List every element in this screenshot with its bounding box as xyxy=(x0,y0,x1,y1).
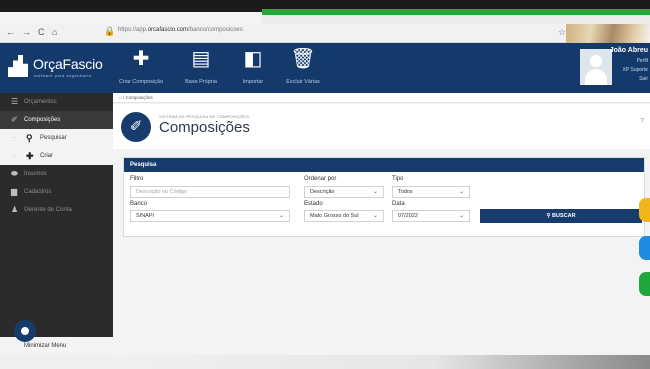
chevron-down-icon: ⌄ xyxy=(278,213,284,219)
address-bar[interactable]: https://app.orcafascio.com/banco/composi… xyxy=(118,27,243,33)
delete-multiple-button[interactable]: 🗑 Excluir Várias xyxy=(276,47,330,91)
lock-icon: 🔒 xyxy=(104,26,116,36)
search-panel-title: Pesquisa xyxy=(124,158,644,172)
import-button[interactable]: ◧ Importar xyxy=(226,47,280,91)
brand-logo[interactable]: OrçaFascio software para engenharia xyxy=(8,53,108,83)
trash-icon: 🗑 xyxy=(290,48,316,70)
building-icon: ▆ xyxy=(11,187,18,196)
pill-icon: ⬬ xyxy=(11,169,18,178)
breadcrumb: ⌂ / Composições xyxy=(113,93,650,103)
data-label: Data xyxy=(392,201,405,207)
tipo-select[interactable]: Todos ⌄ xyxy=(392,186,470,198)
screen: ← → C ⌂ 🔒 https://app.orcafascio.com/ban… xyxy=(0,0,650,369)
browser-theme-image xyxy=(566,24,650,43)
logout-link[interactable]: Sair xyxy=(639,76,648,82)
brush-icon: ✐ xyxy=(11,115,18,124)
document-icon: ▤ xyxy=(191,48,211,70)
base-propria-button[interactable]: ▤ Base Própria xyxy=(174,47,228,91)
minimize-menu-button[interactable]: Minimizar Menu xyxy=(0,337,113,355)
bookmark-star-icon[interactable]: ☆ xyxy=(558,27,566,38)
app-header: OrçaFascio software para engenharia ✚ Cr… xyxy=(0,43,650,93)
user-name: João Abreu xyxy=(609,47,648,54)
import-icon: ◧ xyxy=(243,48,263,70)
floating-tab-green[interactable] xyxy=(639,272,650,296)
floating-tab-blue[interactable] xyxy=(639,236,650,260)
home-icon[interactable]: ⌂ xyxy=(119,95,122,100)
sidebar-item-orcamentos[interactable]: ☰ Orçamentos xyxy=(0,93,113,111)
estado-label: Estado xyxy=(304,201,323,207)
sidebar-item-composicoes[interactable]: ✐ Composições xyxy=(0,111,113,129)
chevron-down-icon: ⌄ xyxy=(372,189,378,195)
home-icon[interactable]: ⌂ xyxy=(52,27,57,37)
user-avatar[interactable] xyxy=(580,49,612,85)
filtro-input[interactable]: Descrição ou Código xyxy=(130,186,290,198)
sidebar-item-pesquisar[interactable]: - ⚲ Pesquisar xyxy=(0,129,113,147)
estado-select[interactable]: Mato Grosso do Sul ⌄ xyxy=(304,210,384,222)
loading-bar xyxy=(262,9,650,15)
tipo-label: Tipo xyxy=(392,176,404,182)
reload-icon[interactable]: C xyxy=(38,27,45,37)
sidebar-item-insumos[interactable]: ⬬ Insumos xyxy=(0,165,113,183)
page-title: Composições xyxy=(159,119,250,136)
brand-tagline: software para engenharia xyxy=(34,73,92,78)
chevron-down-icon: ⌄ xyxy=(372,213,378,219)
browser-bar: ← → C ⌂ 🔒 https://app.orcafascio.com/ban… xyxy=(0,24,650,43)
filtro-label: Filtro xyxy=(130,176,144,182)
plus-icon: ✚ xyxy=(132,48,150,70)
data-select[interactable]: 07/2022 ⌄ xyxy=(392,210,470,222)
search-icon: ⚲ xyxy=(546,213,551,219)
ordenar-label: Ordenar por xyxy=(304,176,337,182)
sidebar: ☰ Orçamentos ✐ Composições - ⚲ Pesquisar… xyxy=(0,93,113,355)
support-link[interactable]: XP Suporte xyxy=(623,67,648,73)
user-icon: ♟ xyxy=(11,205,19,214)
bottom-edge xyxy=(113,355,650,369)
ordenar-select[interactable]: Descrição ⌄ xyxy=(304,186,384,198)
banco-label: Banco xyxy=(130,201,148,207)
brand-name: OrçaFascio xyxy=(33,56,103,72)
main-content: ⌂ / Composições ✐ SISTEMA DE PESQUISA DE… xyxy=(113,93,650,355)
search-icon: ⚲ xyxy=(26,133,33,143)
plus-icon: ✚ xyxy=(26,151,34,161)
floating-tab-yellow[interactable] xyxy=(639,198,650,222)
create-composition-button[interactable]: ✚ Criar Composição xyxy=(114,47,168,91)
help-icon[interactable]: ? xyxy=(640,118,644,125)
profile-link[interactable]: Perfil xyxy=(637,58,648,64)
list-icon: ☰ xyxy=(11,97,19,106)
forward-icon[interactable]: → xyxy=(22,27,31,37)
sidebar-item-gerente[interactable]: ♟ Gerente de Conta xyxy=(0,201,113,219)
back-icon[interactable]: ← xyxy=(6,27,15,37)
chevron-down-icon: ⌄ xyxy=(458,189,464,195)
chevron-down-icon: ⌄ xyxy=(458,213,464,219)
sidebar-footer-bg xyxy=(0,355,113,369)
sidebar-item-cadastros[interactable]: ▆ Cadastros xyxy=(0,183,113,201)
brush-icon: ✐ xyxy=(121,112,151,142)
logo-mark-icon xyxy=(8,55,28,77)
chat-bubble-icon[interactable] xyxy=(14,320,36,342)
page-header: ✐ SISTEMA DE PESQUISA DE COMPOSIÇÕES Com… xyxy=(113,104,650,149)
search-panel: Pesquisa Filtro Descrição ou Código Orde… xyxy=(123,157,645,237)
sidebar-item-criar[interactable]: - ✚ Criar xyxy=(0,147,113,165)
search-button[interactable]: ⚲ BUSCAR xyxy=(480,209,642,223)
banco-select[interactable]: SINAPI ⌄ xyxy=(130,210,290,222)
